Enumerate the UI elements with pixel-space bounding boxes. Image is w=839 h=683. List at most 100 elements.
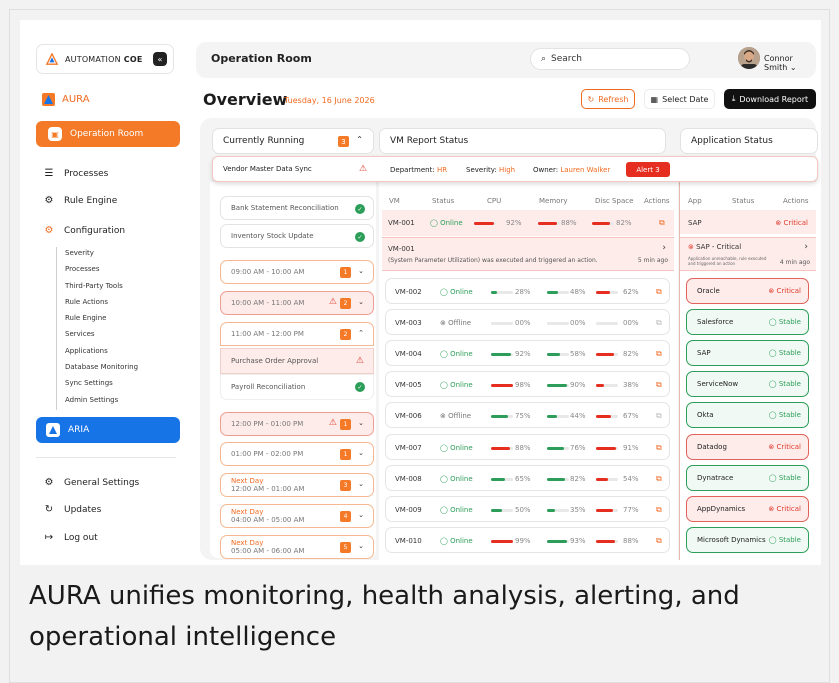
time-slot[interactable]: 11:00 AM - 12:00 PM 2 ⌃: [220, 322, 374, 346]
disk-value: 54%: [623, 474, 639, 483]
download-report-button[interactable]: ⤓ Download Report: [724, 89, 816, 109]
memory-value: 35%: [570, 505, 586, 514]
nav-general-settings[interactable]: ⚙ General Settings: [42, 477, 140, 488]
app-alert-time: 4 min ago: [779, 259, 810, 266]
alert-banner[interactable]: Vendor Master Data Sync ⚠ Department: HR…: [212, 156, 818, 182]
process-item[interactable]: Purchase Order Approval ⚠: [220, 348, 374, 374]
slot-count-badge: 1: [340, 449, 351, 460]
nav-operation-room[interactable]: ▣ Operation Room: [36, 121, 180, 147]
submenu-database-monitoring[interactable]: Database Monitoring: [65, 361, 138, 377]
download-icon: ⤓: [731, 94, 736, 103]
currently-running-header[interactable]: Currently Running 3 ⌃: [212, 128, 374, 154]
cast-icon[interactable]: ⧉: [659, 218, 665, 228]
nav-processes[interactable]: ☰ Processes: [42, 168, 109, 179]
app-status: ⊗ Critical: [768, 504, 801, 513]
stable-icon: ◯: [768, 535, 777, 544]
vm-row[interactable]: VM-005 ◯ Online 98% 90% 38% ⧉: [385, 371, 670, 398]
vm-row[interactable]: VM-003 ⊗ Offline 00% 00% 00% ⧉: [385, 309, 670, 336]
time-slot[interactable]: 09:00 AM - 10:00 AM 1 ⌄: [220, 260, 374, 284]
slot-count-badge: 2: [340, 298, 351, 309]
cast-icon[interactable]: ⧉: [656, 443, 662, 453]
chevron-right-icon: ›: [804, 242, 808, 252]
cast-icon[interactable]: ⧉: [656, 474, 662, 484]
vm-id: VM-007: [395, 443, 422, 452]
submenu-severity[interactable]: Severity: [65, 247, 138, 263]
vm-alert-row[interactable]: VM-001 (System Parameter Utilization) wa…: [382, 237, 674, 271]
vm-row[interactable]: VM-008 ◯ Online 65% 82% 54% ⧉: [385, 464, 670, 491]
time-slot[interactable]: 01:00 PM - 02:00 PM 1 ⌄: [220, 442, 374, 466]
time-slot[interactable]: Next Day 04:00 AM - 05:00 AM 4 ⌄: [220, 504, 374, 528]
nav-rule-engine[interactable]: ⚙ Rule Engine: [42, 195, 118, 206]
submenu-admin-settings[interactable]: Admin Settings: [65, 394, 138, 410]
time-slot[interactable]: 10:00 AM - 11:00 AM ⚠ 2 ⌄: [220, 291, 374, 315]
vm-row-highlighted[interactable]: VM-001 ◯ Online 92% 88% 82% ⧉: [382, 210, 674, 236]
app-row[interactable]: Salesforce ◯ Stable: [686, 309, 809, 336]
nav-logout-label: Log out: [64, 532, 98, 543]
cast-icon[interactable]: ⧉: [656, 349, 662, 359]
submenu-services[interactable]: Services: [65, 328, 138, 344]
vm-row[interactable]: VM-009 ◯ Online 50% 35% 77% ⧉: [385, 495, 670, 522]
app-status-critical: ⊗ Critical: [775, 219, 808, 227]
app-row[interactable]: Oracle ⊗ Critical: [686, 278, 809, 304]
alert-count-button[interactable]: Alert 3: [626, 162, 670, 177]
process-item[interactable]: Payroll Reconciliation ✓: [220, 374, 374, 400]
submenu-third-party-tools[interactable]: Third-Party Tools: [65, 280, 138, 296]
automation-logo-icon: [45, 53, 59, 65]
search-input[interactable]: ⌕ Search: [530, 48, 690, 70]
app-status: ◯ Stable: [768, 318, 801, 327]
cast-icon[interactable]: ⧉: [656, 505, 662, 515]
app-alert-title: ⊗ SAP - Critical: [688, 243, 742, 251]
submenu-processes[interactable]: Processes: [65, 263, 138, 279]
nav-updates[interactable]: ↻ Updates: [42, 504, 102, 515]
cpu-value: 65%: [515, 474, 531, 483]
cast-icon[interactable]: ⧉: [656, 287, 662, 297]
submenu-rule-actions[interactable]: Rule Actions: [65, 296, 138, 312]
vm-status: ◯ Online: [440, 288, 473, 296]
vm-row[interactable]: VM-007 ◯ Online 88% 76% 91% ⧉: [385, 433, 670, 460]
avatar[interactable]: [738, 47, 760, 69]
submenu-rule-engine[interactable]: Rule Engine: [65, 312, 138, 328]
vm-row[interactable]: VM-006 ⊗ Offline 75% 44% 67% ⧉: [385, 402, 670, 429]
app-row[interactable]: ServiceNow ◯ Stable: [686, 371, 809, 398]
disk-bar: [596, 539, 618, 543]
online-icon: ◯: [440, 474, 448, 483]
collapse-sidebar-button[interactable]: «: [153, 52, 167, 66]
nav-aria[interactable]: ARIA: [36, 417, 180, 443]
nav-general-settings-label: General Settings: [64, 477, 140, 488]
user-menu[interactable]: Connor Smith ⌄: [764, 54, 816, 72]
submenu-sync-settings[interactable]: Sync Settings: [65, 377, 138, 393]
app-row[interactable]: Datadog ⊗ Critical: [686, 433, 809, 460]
cast-icon[interactable]: ⧉: [656, 536, 662, 546]
app-row[interactable]: SAP ◯ Stable: [686, 340, 809, 367]
vm-row[interactable]: VM-004 ◯ Online 92% 58% 82% ⧉: [385, 340, 670, 367]
refresh-button[interactable]: ↻ Refresh: [581, 89, 635, 109]
chevron-up-icon: ⌃: [356, 135, 363, 144]
vm-row[interactable]: VM-010 ◯ Online 99% 93% 88% ⧉: [385, 526, 670, 553]
time-slot[interactable]: 12:00 PM - 01:00 PM ⚠ 1 ⌄: [220, 412, 374, 436]
nav-logout[interactable]: ↦ Log out: [42, 532, 98, 543]
time-slot[interactable]: Next Day 12:00 AM - 01:00 AM 3 ⌄: [220, 473, 374, 497]
app-alert-row[interactable]: ⊗ SAP - Critical › Application unreachab…: [680, 237, 816, 271]
app-row[interactable]: AppDynamics ⊗ Critical: [686, 495, 809, 522]
vm-status: ⊗ Offline: [440, 412, 472, 421]
app-row[interactable]: Okta ◯ Stable: [686, 402, 809, 429]
vm-id: VM-008: [395, 474, 422, 483]
vm-row[interactable]: VM-002 ◯ Online 28% 48% 62% ⧉: [385, 278, 670, 304]
app-row[interactable]: Dynatrace ◯ Stable: [686, 464, 809, 491]
app-status: ◯ Stable: [768, 380, 801, 389]
running-item[interactable]: Inventory Stock Update ✓: [220, 224, 374, 248]
select-date-button[interactable]: ▦ Select Date: [644, 89, 715, 109]
app-row[interactable]: Microsoft Dynamics ◯ Stable: [686, 526, 809, 553]
nav-configuration[interactable]: ⚙ Configuration: [42, 225, 126, 236]
app-row-highlighted[interactable]: SAP ⊗ Critical: [680, 210, 816, 234]
cast-icon[interactable]: ⧉: [656, 318, 662, 328]
submenu-applications[interactable]: Applications: [65, 345, 138, 361]
cast-icon[interactable]: ⧉: [656, 411, 662, 421]
vm-col-cpu: CPU: [487, 197, 502, 205]
running-item[interactable]: Bank Statement Reconciliation ✓: [220, 196, 374, 220]
slot-count-badge: 1: [340, 419, 351, 430]
cast-icon[interactable]: ⧉: [656, 380, 662, 390]
memory-bar: [547, 322, 569, 326]
cpu-value: 00%: [515, 319, 531, 328]
time-slot[interactable]: Next Day 05:00 AM - 06:00 AM 5 ⌄: [220, 535, 374, 559]
